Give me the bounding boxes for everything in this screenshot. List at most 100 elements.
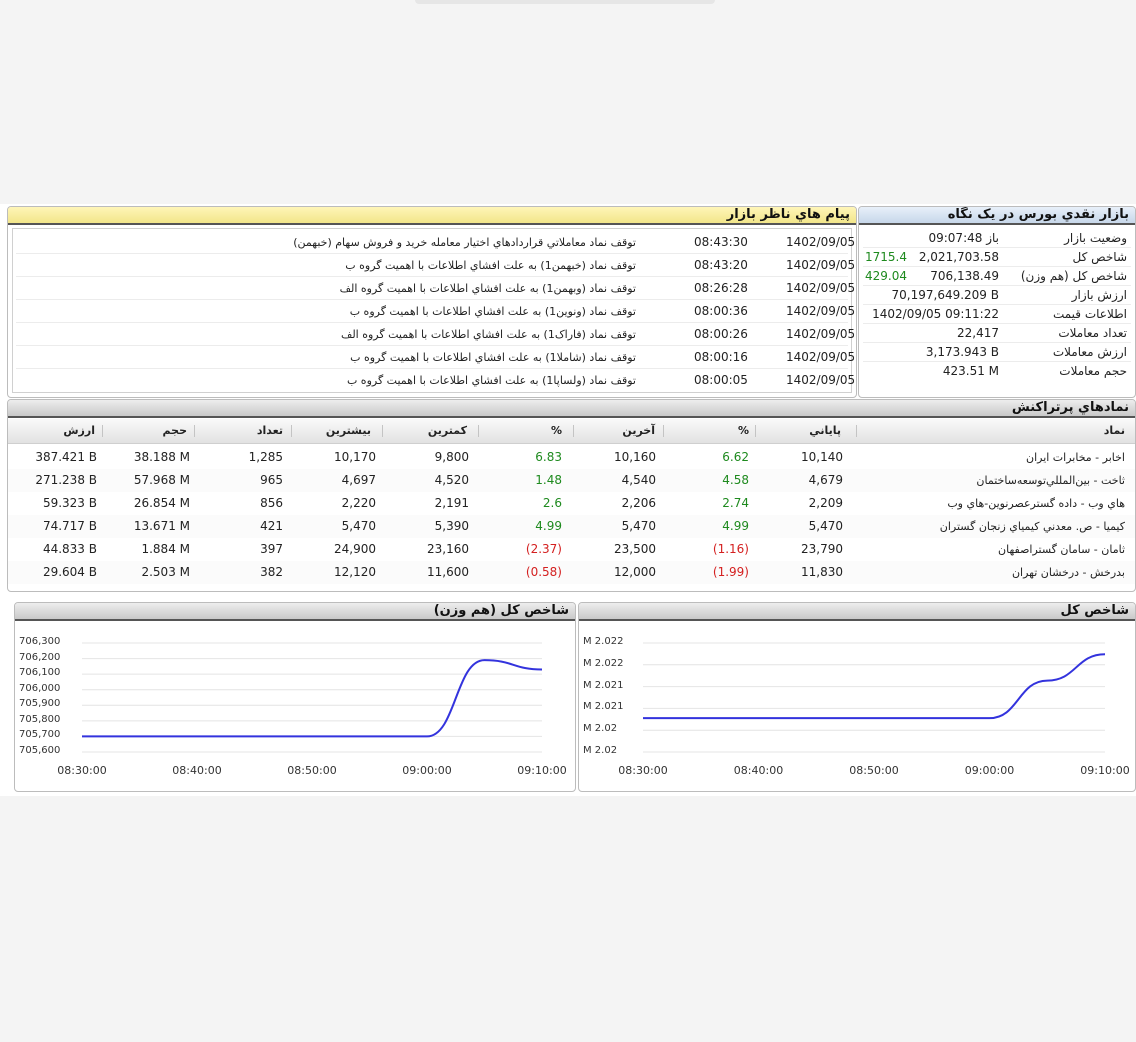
y-tick-label: 706,200	[19, 651, 61, 663]
message-time: 08:00:16	[694, 350, 748, 364]
symbol-row[interactable]: ثاخت - بين‌المللي‌توسعه‌ساختمان 4,679 4.58…	[8, 469, 1135, 492]
total-index-chart-panel: شاخص کل M 2.022 M 2.022 M 2.021 M 2.021 M 2.…	[578, 602, 1136, 792]
message-row: 1402/09/05 08:00:16 توقف نماد (شاملا1) به …	[8, 346, 856, 369]
symbol-high: 5,470	[341, 519, 376, 533]
header-close[interactable]: پاياني	[809, 419, 841, 443]
symbol-count: 856	[260, 496, 283, 510]
symbols-table-header: نماد پاياني % آخرين % کمترين بيشترين تعد…	[8, 419, 1135, 444]
message-text: توقف نماد (ونوين1) به علت افشاي اطلاعات …	[349, 305, 636, 318]
market-row-label: اطلاعات قيمت	[1052, 307, 1127, 321]
market-row: اطلاعات قيمت 1402/09/05 09:11:22	[859, 305, 1135, 324]
message-text: توقف نماد (خبهمن1) به علت افشاي اطلاعات …	[345, 259, 636, 272]
symbol-value: 271.238 B	[35, 473, 97, 487]
symbol-last: 23,500	[614, 542, 656, 556]
message-date: 1402/09/05	[786, 258, 856, 272]
x-tick-label: 09:10:00	[517, 764, 567, 777]
symbol-close: 2,209	[808, 496, 843, 510]
symbol-volume: 26.854 M	[133, 496, 190, 510]
header-symbol[interactable]: نماد	[1104, 419, 1125, 443]
symbol-volume: 57.968 M	[133, 473, 190, 487]
symbol-high: 24,900	[334, 542, 376, 556]
message-time: 08:00:05	[694, 373, 748, 387]
header-volume[interactable]: حجم	[163, 419, 187, 443]
symbol-close-pct: 6.62	[722, 450, 749, 464]
symbol-last: 10,160	[614, 450, 656, 464]
header-value[interactable]: ارزش	[63, 419, 95, 443]
symbol-count: 397	[260, 542, 283, 556]
y-tick-label: M 2.02	[583, 723, 618, 735]
symbol-name[interactable]: بدرخش - درخشان تهران	[1012, 561, 1125, 584]
symbol-value: 387.421 B	[35, 450, 97, 464]
symbol-low: 23,160	[427, 542, 469, 556]
symbol-row[interactable]: هاي وب - داده گسترعصرنوين-هاي وب 2,209 2.7…	[8, 492, 1135, 515]
total-index-chart-title: شاخص کل	[579, 603, 1135, 621]
series-line	[81, 659, 543, 738]
symbol-row[interactable]: ثامان - سامان گستراصفهان 23,790 (1.16) 23,5…	[8, 538, 1135, 561]
symbol-low: 11,600	[427, 565, 469, 579]
symbol-volume: 2.503 M	[141, 565, 190, 579]
symbol-last: 4,540	[621, 473, 656, 487]
market-row-value: 70,197,649.209 B	[891, 288, 999, 302]
market-row-label: تعداد معاملات	[1058, 326, 1127, 340]
message-time: 08:00:36	[694, 304, 748, 318]
y-tick-label: M 2.022	[583, 657, 624, 669]
symbol-last-pct: 4.99	[535, 519, 562, 533]
y-tick-label: 705,900	[19, 698, 61, 710]
message-text: توقف نماد (ولساپا1) به علت افشاي اطلاعات…	[346, 374, 636, 387]
market-messages-title: پيام هاي ناظر بازار	[8, 207, 856, 225]
market-overview-title: بازار نقدي بورس در يک نگاه	[859, 207, 1135, 225]
symbol-row[interactable]: کيميا - ص. معدني کيمياي زنجان گستران 5,47…	[8, 515, 1135, 538]
equal-weight-index-chart-panel: شاخص کل (هم وزن) 706,300 706,200 706,100 70…	[14, 602, 576, 792]
symbol-last-pct: 1.48	[535, 473, 562, 487]
market-row-label: ارزش بازار	[1071, 288, 1127, 302]
symbol-name[interactable]: کيميا - ص. معدني کيمياي زنجان گستران	[940, 515, 1125, 538]
header-low[interactable]: کمترين	[428, 419, 467, 443]
message-date: 1402/09/05	[786, 373, 856, 387]
market-row: ارزش بازار 70,197,649.209 B	[859, 286, 1135, 305]
symbol-name[interactable]: اخابر - مخابرات ايران	[1026, 446, 1125, 469]
symbol-close: 5,470	[808, 519, 843, 533]
market-row: شاخص کل (هم وزن) 706,138.49 429.04	[859, 267, 1135, 286]
y-tick-label: 706,100	[19, 667, 61, 679]
y-tick-label: M 2.022	[583, 636, 624, 647]
y-tick-label: 706,000	[19, 682, 61, 694]
message-date: 1402/09/05	[786, 350, 856, 364]
symbol-close: 10,140	[801, 450, 843, 464]
x-tick-label: 08:50:00	[849, 764, 899, 777]
market-row-value: 2,021,703.58	[918, 250, 999, 264]
symbol-high: 2,220	[341, 496, 376, 510]
x-tick-label: 08:30:00	[618, 764, 668, 777]
symbol-last: 12,000	[614, 565, 656, 579]
header-high[interactable]: بيشترين	[326, 419, 371, 443]
market-row: وضعيت بازار باز 09:07:48	[859, 229, 1135, 248]
header-close-pct[interactable]: %	[738, 419, 749, 443]
symbol-name[interactable]: ثامان - سامان گستراصفهان	[998, 538, 1125, 561]
header-count[interactable]: تعداد	[257, 419, 283, 443]
symbol-close-pct: 2.74	[722, 496, 749, 510]
header-last[interactable]: آخرين	[622, 419, 655, 443]
symbol-value: 59.323 B	[42, 496, 97, 510]
y-tick-label: 705,800	[19, 713, 61, 725]
message-row: 1402/09/05 08:00:26 توقف نماد (فاراک1) به …	[8, 323, 856, 346]
symbol-name[interactable]: ثاخت - بين‌المللي‌توسعه‌ساختمان	[976, 469, 1125, 492]
market-row-change: 429.04	[865, 269, 907, 283]
equal-weight-index-chart-title: شاخص کل (هم وزن)	[15, 603, 575, 621]
symbol-row[interactable]: بدرخش - درخشان تهران 11,830 (1.99) 12,000 (0…	[8, 561, 1135, 584]
market-row: شاخص کل 2,021,703.58 1715.4	[859, 248, 1135, 267]
message-date: 1402/09/05	[786, 235, 856, 249]
y-tick-label: M 2.02	[583, 745, 618, 756]
symbol-name[interactable]: هاي وب - داده گسترعصرنوين-هاي وب	[947, 492, 1125, 515]
y-tick-label: M 2.021	[583, 679, 624, 691]
symbol-count: 421	[260, 519, 283, 533]
symbol-count: 965	[260, 473, 283, 487]
symbol-close-pct: (1.99)	[712, 565, 749, 579]
header-last-pct[interactable]: %	[551, 419, 562, 443]
message-row: 1402/09/05 08:43:20 توقف نماد (خبهمن1) به …	[8, 254, 856, 277]
symbol-close: 23,790	[801, 542, 843, 556]
market-row-value: 706,138.49	[930, 269, 999, 283]
symbol-value: 74.717 B	[42, 519, 97, 533]
symbol-row[interactable]: اخابر - مخابرات ايران 10,140 6.62 10,160 6.8…	[8, 446, 1135, 469]
message-text: توقف نماد (فاراک1) به علت افشاي اطلاعات …	[340, 328, 636, 341]
market-row: ارزش معاملات 3,173.943 B	[859, 343, 1135, 362]
symbol-count: 382	[260, 565, 283, 579]
